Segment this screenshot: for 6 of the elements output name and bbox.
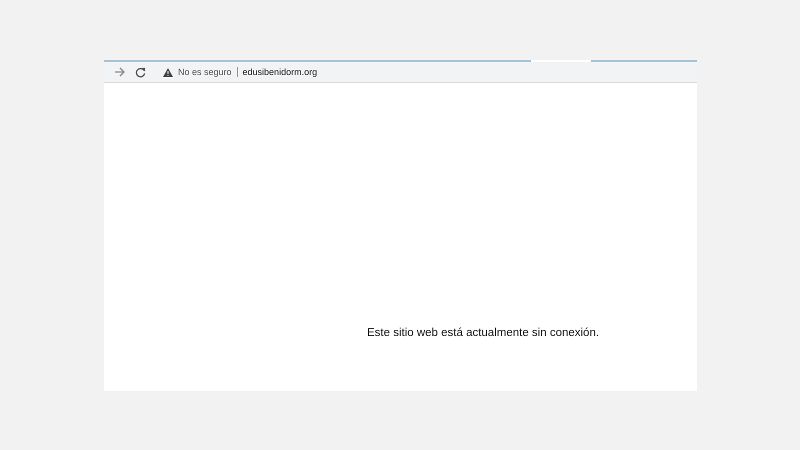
offline-message: Este sitio web está actualmente sin conexión. — [367, 327, 600, 339]
reload-icon[interactable] — [135, 66, 146, 78]
url-text: edusibenidorm.org — [242, 67, 318, 77]
security-label[interactable]: No es seguro — [178, 67, 232, 77]
warning-icon[interactable] — [163, 68, 173, 76]
forward-icon[interactable] — [114, 67, 126, 77]
